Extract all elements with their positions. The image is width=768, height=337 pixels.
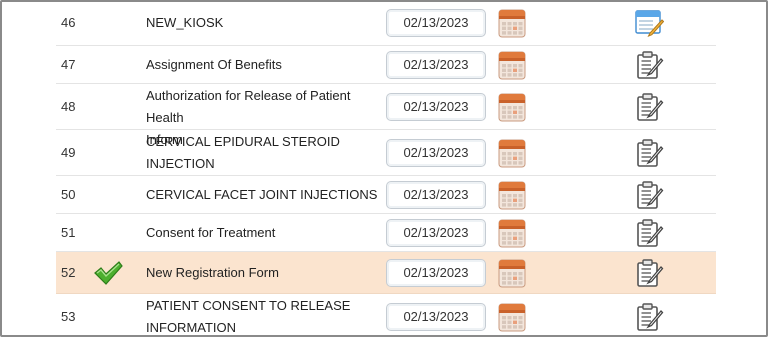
form-row: 53 PATIENT CONSENT TO RELEASE INFORMATION 0… <box>56 294 716 335</box>
form-name-line: Authorization for Release of Patient Hea… <box>146 88 351 125</box>
calendar-icon <box>498 51 526 80</box>
calendar-button[interactable] <box>498 302 526 332</box>
row-number: 49 <box>61 145 76 160</box>
form-name: NEW_KIOSK <box>146 12 390 34</box>
open-form-button[interactable] <box>634 302 664 332</box>
calendar-button[interactable] <box>498 50 526 80</box>
form-row: 47 Assignment Of Benefits 02/13/2023 <box>56 46 716 84</box>
form-name: Assignment Of Benefits <box>146 54 390 76</box>
clipboard-pen-icon <box>637 51 664 79</box>
form-name-line: INJECTION <box>146 156 215 171</box>
form-row: 49 CERVICAL EPIDURAL STEROID INJECTION 02/1… <box>56 130 716 176</box>
row-number: 47 <box>61 57 76 72</box>
completed-check <box>92 259 124 287</box>
open-form-button[interactable] <box>634 258 664 288</box>
date-input[interactable]: 02/13/2023 <box>386 219 486 247</box>
form-name-line: CERVICAL EPIDURAL STEROID <box>146 134 340 149</box>
form-name: PATIENT CONSENT TO RELEASE INFORMATION <box>146 295 390 335</box>
row-number: 46 <box>61 15 76 30</box>
date-input[interactable]: 02/13/2023 <box>386 259 486 287</box>
form-name-line: Assignment Of Benefits <box>146 57 282 72</box>
calendar-button[interactable] <box>498 92 526 122</box>
clipboard-pen-icon <box>637 219 664 247</box>
row-number: 51 <box>61 225 76 240</box>
calendar-button[interactable] <box>498 138 526 168</box>
form-name-line: New Registration Form <box>146 265 279 280</box>
calendar-icon <box>498 93 526 122</box>
form-name: New Registration Form <box>146 262 390 284</box>
calendar-icon <box>498 181 526 210</box>
open-form-button[interactable] <box>634 180 664 210</box>
clipboard-pen-icon <box>637 259 664 287</box>
row-number: 52 <box>61 265 76 280</box>
row-number: 53 <box>61 309 76 324</box>
form-name-line: Consent for Treatment <box>146 225 276 240</box>
form-list-panel: 46 NEW_KIOSK 02/13/2023 47 Assignment Of Ben… <box>0 0 768 337</box>
date-input[interactable]: 02/13/2023 <box>386 9 486 37</box>
clipboard-pen-icon <box>637 303 664 331</box>
form-row: 51 Consent for Treatment 02/13/2023 <box>56 214 716 252</box>
clipboard-pen-icon <box>637 93 664 121</box>
calendar-icon <box>498 139 526 168</box>
clipboard-pen-icon <box>637 181 664 209</box>
form-row: 48 Authorization for Release of Patient H… <box>56 84 716 147</box>
form-row: 46 NEW_KIOSK 02/13/2023 <box>56 2 716 46</box>
calendar-icon <box>498 9 526 38</box>
form-name: CERVICAL EPIDURAL STEROID INJECTION <box>146 131 390 175</box>
row-number: 48 <box>61 99 76 114</box>
calendar-icon <box>498 219 526 248</box>
open-form-button[interactable] <box>634 138 664 168</box>
form-row: 52 New Registration Form 02/13/2023 <box>56 252 716 294</box>
form-name: Consent for Treatment <box>146 222 390 244</box>
form-name-line: NEW_KIOSK <box>146 15 224 30</box>
row-number: 50 <box>61 187 76 202</box>
form-name-line: PATIENT CONSENT TO RELEASE <box>146 298 351 313</box>
clipboard-pen-icon <box>637 139 664 167</box>
date-input[interactable]: 02/13/2023 <box>386 139 486 167</box>
edit-form-icon <box>635 10 665 37</box>
calendar-button[interactable] <box>498 180 526 210</box>
open-form-button[interactable] <box>634 218 664 248</box>
calendar-button[interactable] <box>498 258 526 288</box>
date-input[interactable]: 02/13/2023 <box>386 303 486 331</box>
open-form-button[interactable] <box>634 8 665 38</box>
checkmark-icon <box>94 261 123 285</box>
calendar-button[interactable] <box>498 218 526 248</box>
date-input[interactable]: 02/13/2023 <box>386 181 486 209</box>
calendar-icon <box>498 303 526 332</box>
form-name-line: CERVICAL FACET JOINT INJECTIONS <box>146 187 378 202</box>
date-input[interactable]: 02/13/2023 <box>386 51 486 79</box>
open-form-button[interactable] <box>634 50 664 80</box>
open-form-button[interactable] <box>634 92 664 122</box>
calendar-icon <box>498 259 526 288</box>
form-name: CERVICAL FACET JOINT INJECTIONS <box>146 184 390 206</box>
form-name-line: INFORMATION <box>146 320 237 335</box>
form-row: 50 CERVICAL FACET JOINT INJECTIONS 02/13/2… <box>56 176 716 214</box>
calendar-button[interactable] <box>498 8 526 38</box>
date-input[interactable]: 02/13/2023 <box>386 93 486 121</box>
